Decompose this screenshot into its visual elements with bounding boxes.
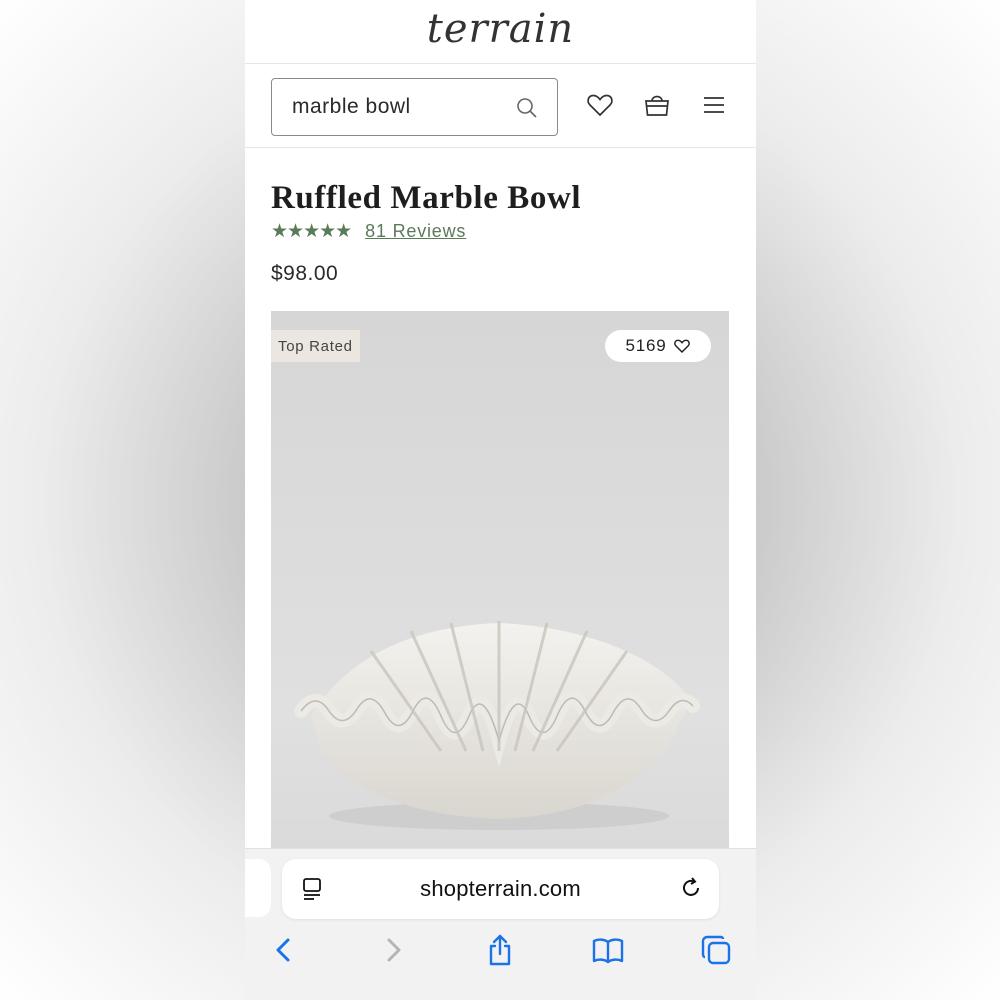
reviews-link[interactable]: 81 Reviews <box>365 221 466 242</box>
favorites-count: 5169 <box>625 336 667 355</box>
search-field[interactable] <box>271 78 558 136</box>
reload-icon[interactable] <box>679 876 703 905</box>
shopping-bag-icon[interactable] <box>642 90 672 120</box>
terrain-logo[interactable]: terrain <box>427 6 574 52</box>
browser-toolbar: shopterrain.com <box>245 848 756 1000</box>
heart-icon[interactable] <box>585 90 615 120</box>
tabs-icon[interactable] <box>699 933 733 967</box>
heart-outline-icon <box>673 339 690 354</box>
search-icon[interactable] <box>515 96 539 120</box>
search-input[interactable] <box>292 95 502 119</box>
previous-tab-edge[interactable] <box>245 859 271 917</box>
product-title: Ruffled Marble Bowl <box>271 180 582 216</box>
product-image[interactable]: Top Rated 5169 <box>271 311 729 851</box>
favorite-button[interactable]: 5169 <box>605 330 711 362</box>
forward-icon[interactable] <box>376 933 410 967</box>
marble-bowl-image <box>294 621 700 830</box>
top-rated-badge: Top Rated <box>271 330 360 362</box>
phone-screen: terrain marble bowl Ruffled Marble Bowl … <box>245 0 756 1000</box>
brand-header: terrain <box>245 0 756 64</box>
rating-stars: ★★★★★ <box>271 221 352 242</box>
rating-row: ★★★★★ 81 Reviews <box>271 220 466 243</box>
nav-row <box>245 64 756 148</box>
url-text[interactable]: shopterrain.com <box>282 876 719 902</box>
back-icon[interactable] <box>267 933 301 967</box>
share-icon[interactable] <box>483 933 517 967</box>
product-price: $98.00 <box>271 262 339 285</box>
menu-icon[interactable] <box>699 90 729 120</box>
address-bar[interactable]: shopterrain.com <box>282 859 719 919</box>
bookmarks-icon[interactable] <box>591 933 625 967</box>
